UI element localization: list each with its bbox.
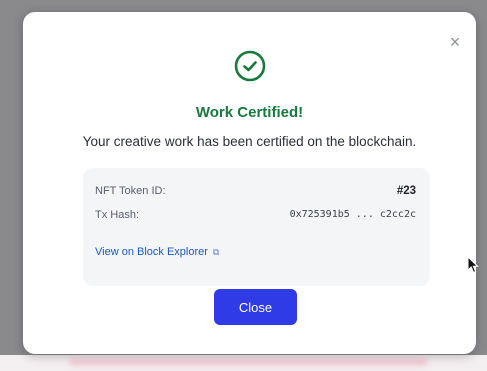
tx-hash-label: Tx Hash:: [95, 209, 140, 221]
close-button[interactable]: Close: [214, 289, 297, 325]
tx-hash-value: 0x725391b5 ... c2cc2c: [289, 209, 416, 220]
check-circle-icon: [234, 50, 266, 82]
certification-modal: × Work Certified! Your creative work has…: [23, 12, 476, 354]
modal-subtitle: Your creative work has been certified on…: [82, 134, 417, 149]
modal-title: Work Certified!: [195, 104, 304, 121]
mouse-cursor-icon: [467, 256, 479, 274]
close-icon[interactable]: ×: [447, 33, 463, 51]
token-id-label: NFT Token ID:: [95, 185, 166, 197]
token-id-value: #23: [396, 185, 416, 197]
external-link-icon: ⧉: [212, 247, 220, 257]
background-strip: [0, 355, 487, 371]
certificate-info-box: NFT Token ID: #23 Tx Hash: 0x725391b5 ..…: [83, 168, 430, 286]
block-explorer-link[interactable]: View on Block Explorer ⧉: [95, 246, 219, 258]
block-explorer-label: View on Block Explorer: [95, 246, 208, 258]
background-glow: [70, 359, 427, 365]
